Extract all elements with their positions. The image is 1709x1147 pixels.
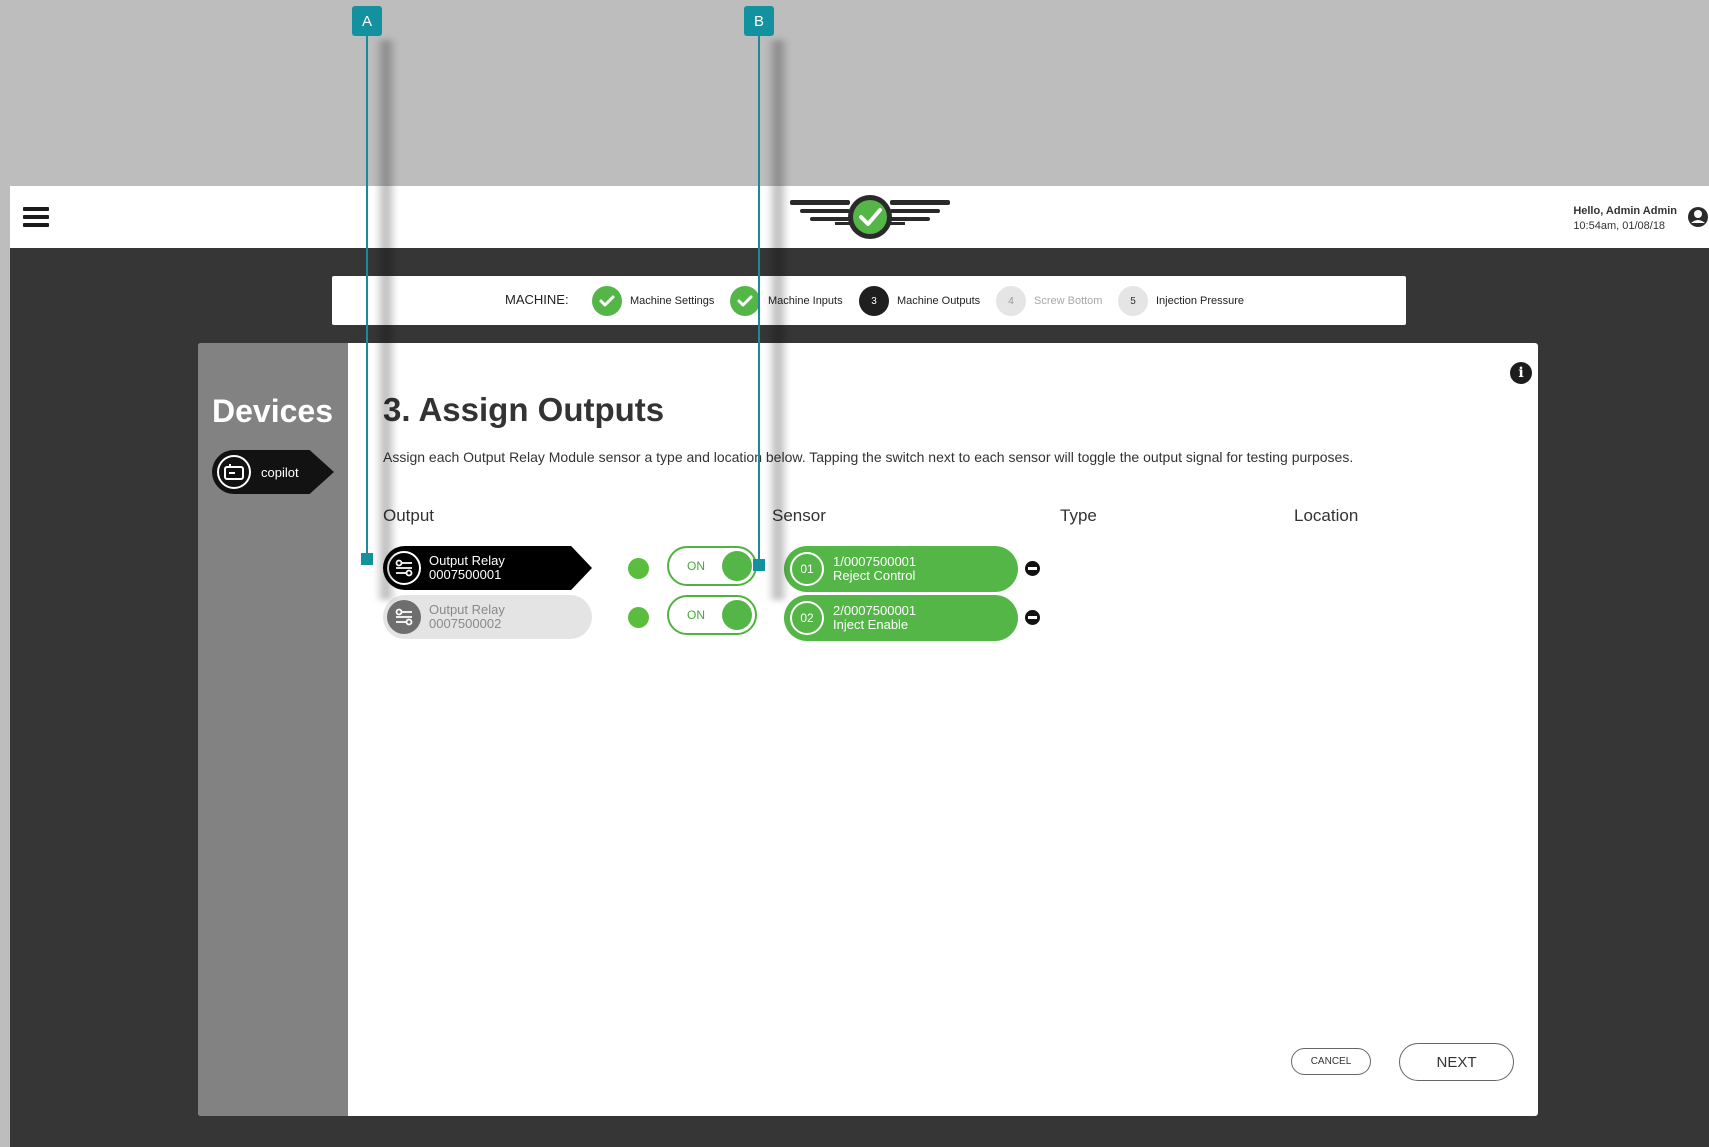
sensor-type: Inject Enable: [833, 617, 909, 632]
callout-b-line: [758, 32, 760, 567]
output-relay-2[interactable]: Output Relay 0007500002: [383, 595, 592, 639]
callout-b-shadow: [767, 40, 789, 600]
callout-a-line: [366, 32, 368, 560]
devices-sidebar: Devices copilot: [198, 343, 348, 1116]
sensor-id: 2/0007500001: [833, 603, 917, 618]
page-description: Assign each Output Relay Module sensor a…: [383, 449, 1354, 465]
step-label: Injection Pressure: [1156, 295, 1245, 307]
callout-a-marker: [361, 553, 373, 565]
top-bar: Hello, Admin Admin 10:54am, 01/08/18: [10, 186, 1709, 248]
device-label: copilot: [261, 464, 299, 480]
timestamp-text: 10:54am, 01/08/18: [1573, 220, 1666, 232]
step-screw-bottom: 4 Screw Bottom: [996, 286, 1102, 316]
remove-sensor-1-icon[interactable]: [1025, 561, 1040, 576]
page-title: 3. Assign Outputs: [383, 391, 665, 428]
relay-name: Output Relay: [429, 553, 505, 568]
step-label: Machine Outputs: [897, 295, 981, 307]
step-number: 3: [859, 286, 889, 316]
status-indicator: [628, 607, 649, 628]
sensor-number: 01: [790, 552, 824, 586]
hamburger-menu-icon[interactable]: [23, 207, 49, 227]
output-relay-1[interactable]: Output Relay 0007500001: [383, 546, 592, 590]
sensor-type: Reject Control: [833, 568, 916, 583]
user-greeting: Hello, Admin Admin 10:54am, 01/08/18: [1573, 204, 1677, 234]
column-header-location: Location: [1294, 506, 1359, 525]
step-machine-outputs[interactable]: 3 Machine Outputs: [859, 286, 980, 316]
step-injection-pressure[interactable]: 5 Injection Pressure: [1118, 286, 1244, 316]
toggle-knob: [722, 551, 752, 581]
callout-badge-a: A: [352, 6, 382, 36]
callout-b-marker: [753, 559, 765, 571]
stepper-prefix: MACHINE:: [505, 292, 569, 307]
sensor-number: 02: [790, 601, 824, 635]
relay-id: 0007500002: [429, 616, 502, 631]
cancel-button[interactable]: CANCEL: [1291, 1048, 1371, 1075]
machine-setup-stepper: MACHINE: Machine Settings Machine Inputs…: [332, 276, 1406, 325]
device-icon: [217, 455, 251, 489]
toggle-knob: [722, 600, 752, 630]
relay-icon: [387, 600, 421, 634]
output-toggle-2[interactable]: ON: [667, 595, 757, 635]
callout-a-shadow: [375, 40, 397, 600]
check-icon: [730, 286, 760, 316]
device-copilot[interactable]: copilot: [212, 450, 334, 494]
greeting-text: Hello, Admin Admin: [1573, 205, 1677, 217]
output-toggle-1[interactable]: ON: [667, 546, 757, 586]
sidebar-title: Devices: [212, 393, 333, 429]
callout-badge-b: B: [744, 6, 774, 36]
step-machine-settings[interactable]: Machine Settings: [592, 286, 714, 316]
relay-id: 0007500001: [429, 567, 502, 582]
toggle-label: ON: [687, 559, 705, 573]
column-header-type: Type: [1060, 506, 1097, 525]
remove-sensor-2-icon[interactable]: [1025, 610, 1040, 625]
sensor-chip-2[interactable]: 02 2/0007500001 Inject Enable: [784, 595, 1018, 641]
check-icon: [592, 286, 622, 316]
step-number: 4: [996, 286, 1026, 316]
user-account-icon[interactable]: [1687, 206, 1709, 228]
info-icon[interactable]: i: [1510, 362, 1532, 384]
toggle-label: ON: [687, 608, 705, 622]
status-indicator: [628, 558, 649, 579]
app-logo: [790, 195, 950, 239]
relay-name: Output Relay: [429, 602, 505, 617]
main-panel: Devices copilot i 3. Assign Outputs Assi…: [198, 343, 1538, 1116]
app-window: Hello, Admin Admin 10:54am, 01/08/18 MAC…: [10, 186, 1709, 1147]
step-number: 5: [1118, 286, 1148, 316]
next-button[interactable]: NEXT: [1399, 1043, 1514, 1081]
sensor-chip-1[interactable]: 01 1/0007500001 Reject Control: [784, 546, 1018, 592]
sensor-id: 1/0007500001: [833, 554, 917, 569]
step-label: Screw Bottom: [1034, 295, 1103, 307]
step-label: Machine Settings: [630, 295, 715, 307]
